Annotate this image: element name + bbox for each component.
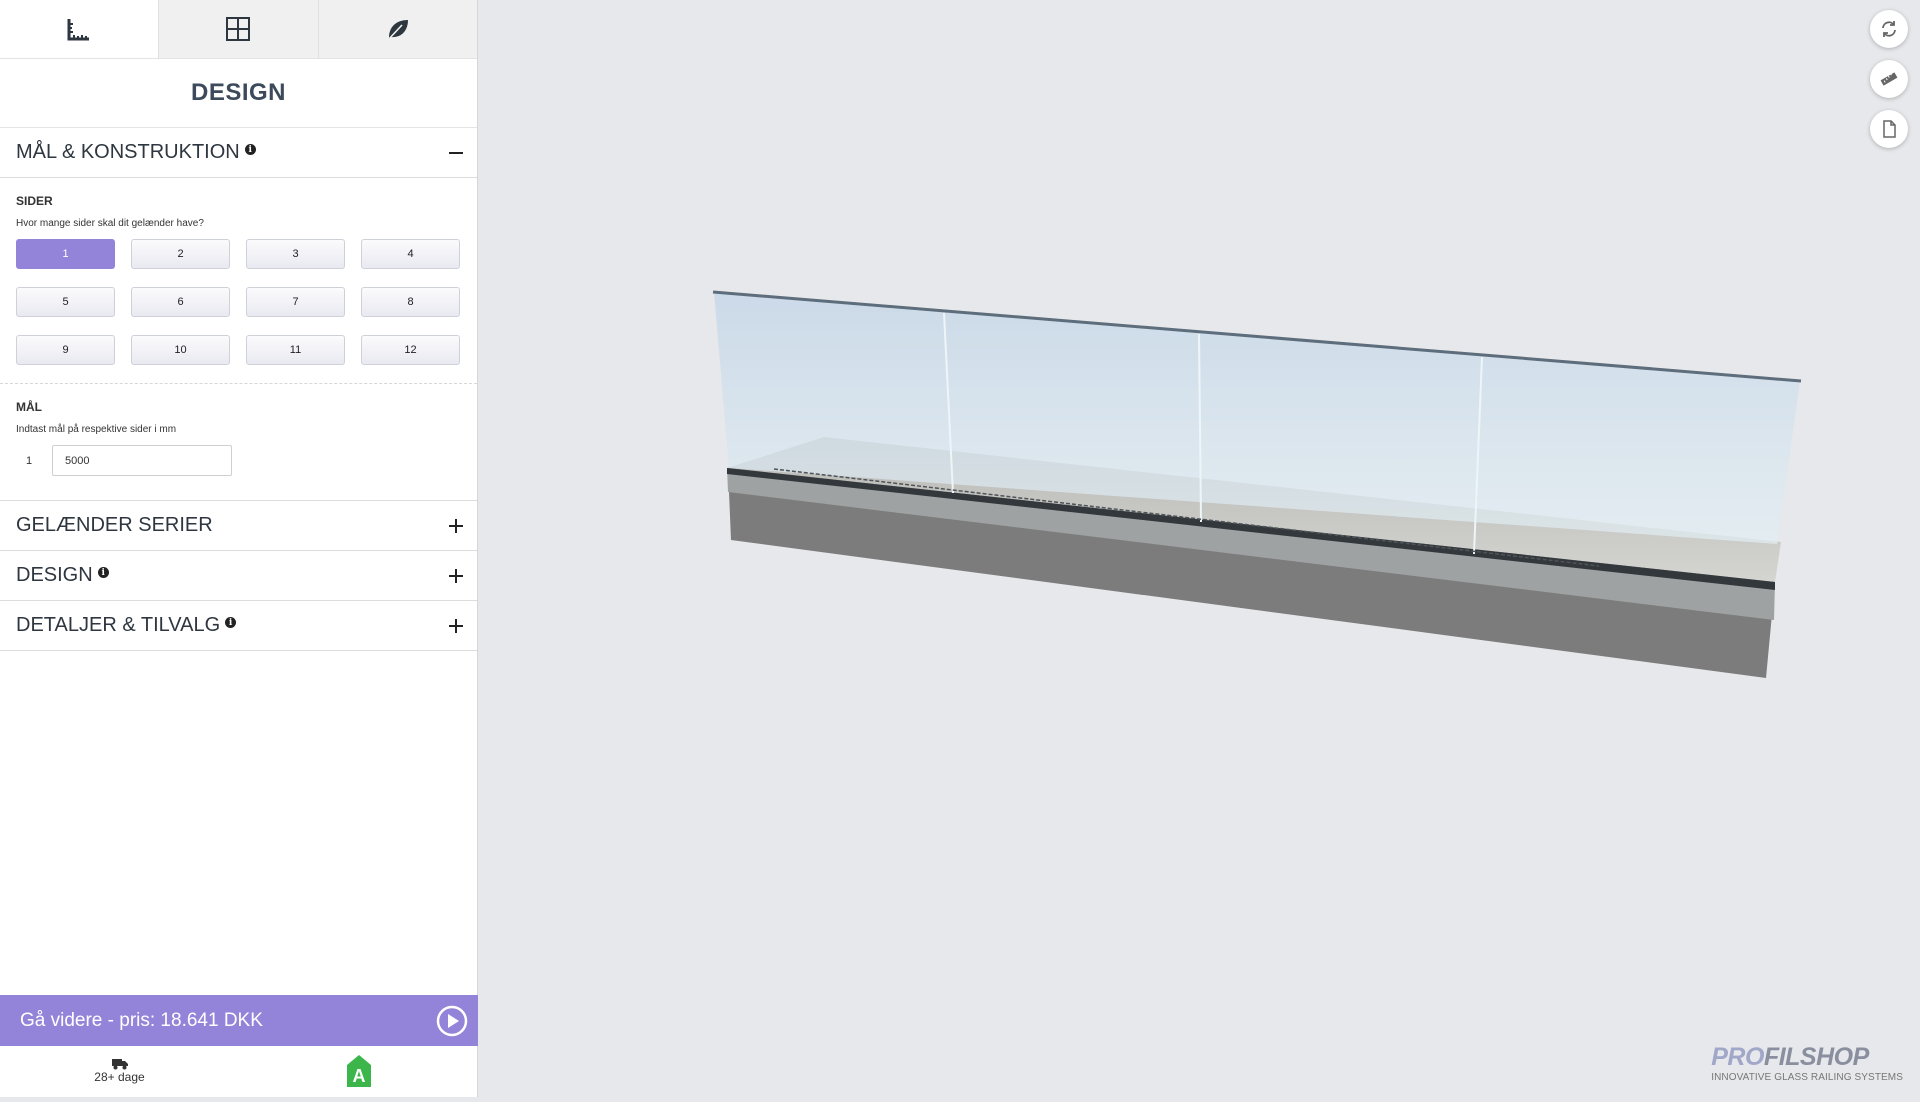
document-button[interactable] xyxy=(1870,110,1908,148)
expand-icon[interactable] xyxy=(449,568,463,583)
continue-price-label: Gå videre - pris: 18.641 DKK xyxy=(20,1009,263,1031)
delivery-time: 28+ dage xyxy=(94,1069,145,1084)
ruler-icon xyxy=(67,19,90,41)
side-count-option-2[interactable]: 2 xyxy=(131,239,230,269)
measure-tape-icon xyxy=(1880,72,1898,86)
sidebar-footer: 28+ dage A xyxy=(0,1046,478,1095)
sidebar-tabs xyxy=(0,0,477,59)
side-count-options: 1 2 3 4 5 6 7 8 9 10 11 12 xyxy=(16,239,461,383)
side-count-option-6[interactable]: 6 xyxy=(131,287,230,317)
accordion-label: MÅL & KONSTRUKTION xyxy=(16,141,240,163)
configurator-sidebar: DESIGN MÅL & KONSTRUKTION i SIDER Hvor m… xyxy=(0,0,478,1097)
info-icon[interactable]: i xyxy=(97,567,109,578)
info-icon[interactable]: i xyxy=(244,144,256,155)
document-icon xyxy=(1883,120,1896,138)
accordion-maal-konstruktion[interactable]: MÅL & KONSTRUKTION i xyxy=(0,128,477,178)
accordion-label: DETALJER & TILVALG xyxy=(16,614,221,636)
accordion-label: GELÆNDER SERIER xyxy=(16,514,213,536)
sider-title: SIDER xyxy=(16,194,53,208)
measure-row: 1 xyxy=(16,445,461,500)
reset-view-button[interactable] xyxy=(1870,10,1908,48)
maal-section: MÅL Indtast mål på respektive sider i mm… xyxy=(0,384,477,500)
leaf-icon xyxy=(387,20,408,41)
delivery-info: 28+ dage xyxy=(0,1046,239,1095)
side-count-option-1[interactable]: 1 xyxy=(16,239,115,269)
side-count-option-12[interactable]: 12 xyxy=(361,335,460,365)
truck-icon xyxy=(111,1058,128,1069)
accordion-gelaender-serier[interactable]: GELÆNDER SERIER xyxy=(0,501,477,551)
energy-label-icon: A xyxy=(346,1054,371,1087)
toggle-measurements-button[interactable] xyxy=(1870,60,1908,98)
tab-design[interactable] xyxy=(158,0,318,58)
side-length-input[interactable] xyxy=(52,445,232,476)
profilshop-logo: PROFILSHOP INNOVATIVE GLASS RAILING SYST… xyxy=(1711,1043,1903,1084)
window-grid-icon xyxy=(226,17,251,41)
panel-title: DESIGN xyxy=(0,59,477,128)
collapse-icon[interactable] xyxy=(449,146,463,160)
expand-icon[interactable] xyxy=(449,618,463,633)
tab-measurements[interactable] xyxy=(0,0,159,58)
sider-section: SIDER Hvor mange sider skal dit gelænder… xyxy=(0,178,477,383)
side-count-option-8[interactable]: 8 xyxy=(361,287,460,317)
play-circle-icon xyxy=(436,1005,468,1036)
svg-text:A: A xyxy=(352,1066,365,1086)
side-count-option-9[interactable]: 9 xyxy=(16,335,115,365)
continue-price-button[interactable]: Gå videre - pris: 18.641 DKK xyxy=(0,995,478,1046)
sider-hint: Hvor mange sider skal dit gelænder have? xyxy=(16,218,204,229)
glass-railing-render xyxy=(712,290,1802,678)
info-icon[interactable]: i xyxy=(225,617,237,628)
side-count-option-4[interactable]: 4 xyxy=(361,239,460,269)
accordion-body-maal-konstruktion: SIDER Hvor mange sider skal dit gelænder… xyxy=(0,178,477,501)
side-count-option-3[interactable]: 3 xyxy=(246,239,345,269)
side-count-option-5[interactable]: 5 xyxy=(16,287,115,317)
3d-viewport[interactable]: PROFILSHOP INNOVATIVE GLASS RAILING SYST… xyxy=(479,0,1920,1097)
energy-label-cell[interactable]: A xyxy=(239,1046,478,1095)
side-count-option-11[interactable]: 11 xyxy=(246,335,345,365)
accordion-detaljer-tilvalg[interactable]: DETALJER & TILVALG i xyxy=(0,601,477,651)
maal-hint: Indtast mål på respektive sider i mm xyxy=(16,424,177,435)
side-count-option-7[interactable]: 7 xyxy=(246,287,345,317)
tab-environment[interactable] xyxy=(317,0,477,58)
expand-icon[interactable] xyxy=(449,518,463,533)
accordion-design[interactable]: DESIGN i xyxy=(0,551,477,601)
refresh-icon xyxy=(1882,21,1896,37)
side-count-option-10[interactable]: 10 xyxy=(131,335,230,365)
accordion-label: DESIGN xyxy=(16,564,93,586)
maal-title: MÅL xyxy=(16,400,42,414)
measure-side-index: 1 xyxy=(26,454,33,467)
